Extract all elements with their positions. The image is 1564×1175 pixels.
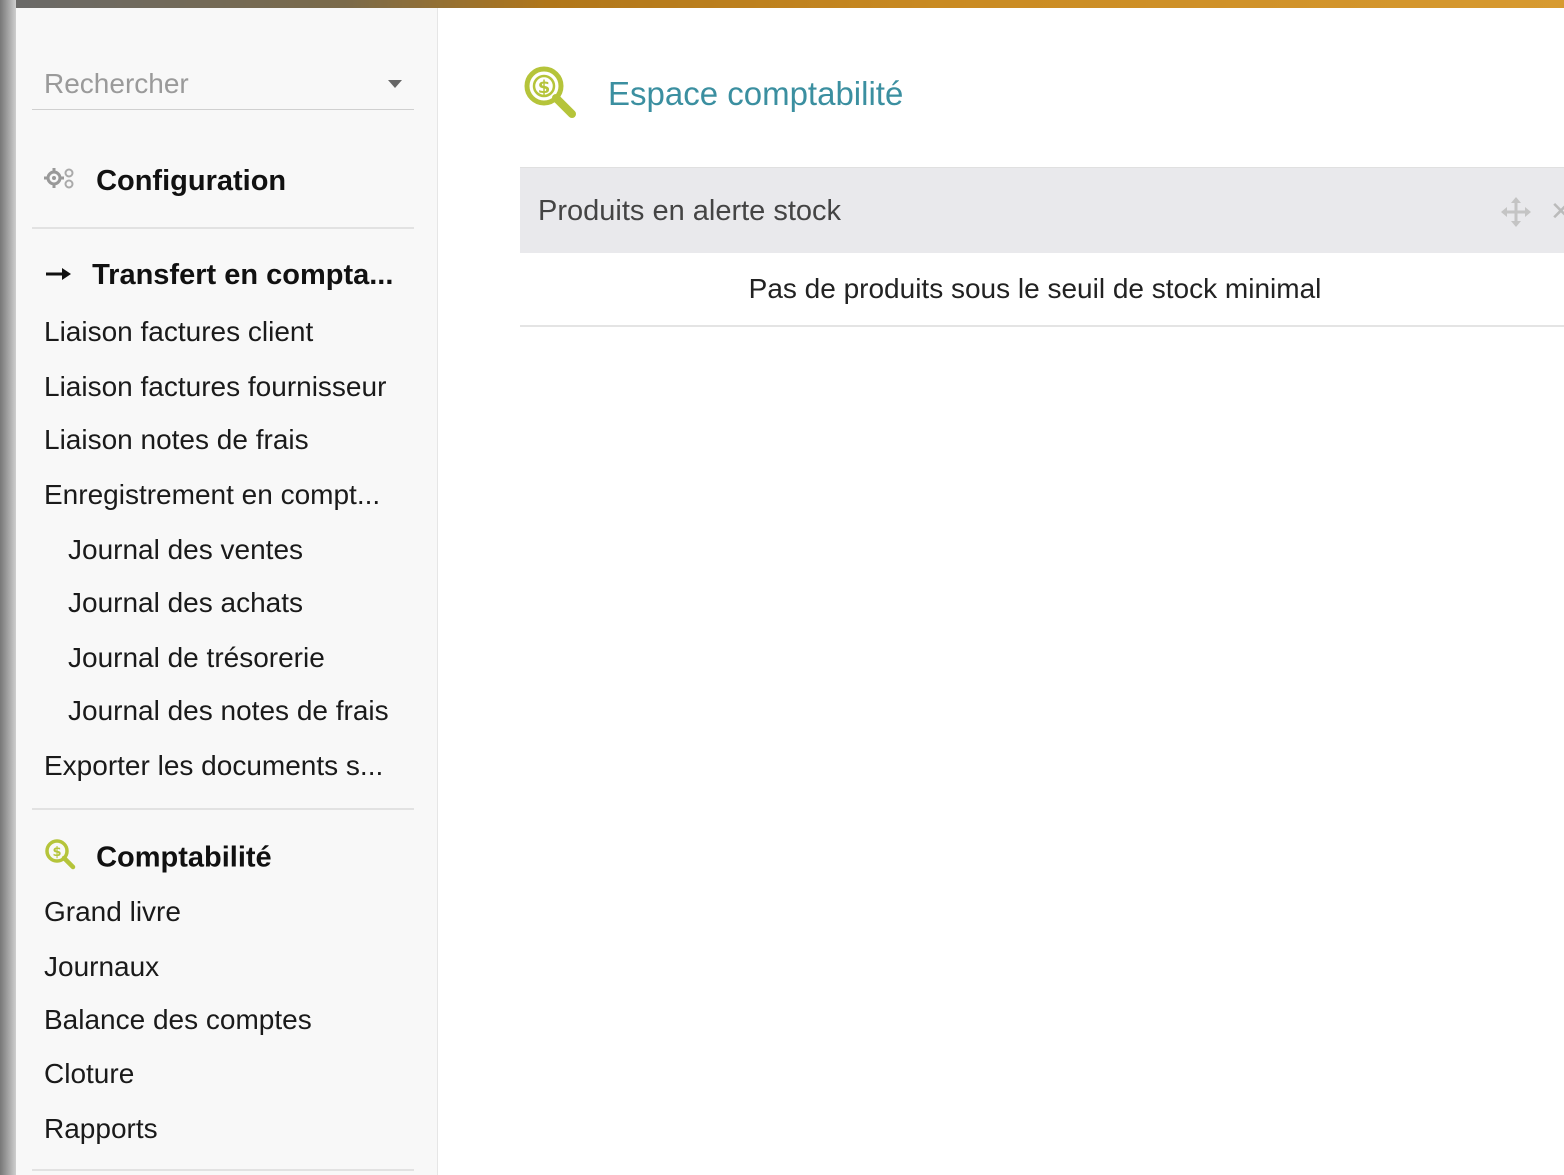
- widget-body: Pas de produits sous le seuil de stock m…: [520, 253, 1564, 327]
- menu-item-journal-des-notes-de-frais[interactable]: Journal des notes de frais: [68, 695, 389, 727]
- divider: [32, 1169, 414, 1171]
- left-sidebar: Configuration Transfert en compta... Lia…: [16, 8, 438, 1175]
- menu-item-liaison-factures-client[interactable]: Liaison factures client: [44, 316, 313, 348]
- screen: Configuration Transfert en compta... Lia…: [0, 0, 1564, 1175]
- menu-section-label: Configuration: [96, 164, 287, 197]
- main-content: $ Espace comptabilité Produits en alerte…: [438, 8, 1564, 1175]
- menu-section-transfert[interactable]: Transfert en compta...: [44, 258, 393, 292]
- window-left-shadow: [0, 0, 16, 1175]
- close-icon[interactable]: ✕: [1550, 196, 1564, 227]
- gears-icon: [44, 165, 76, 198]
- divider: [32, 227, 414, 229]
- page-title: $ Espace comptabilité: [522, 64, 903, 124]
- widget-header: Produits en alerte stock ✕: [520, 167, 1564, 253]
- menu-section-label: Comptabilité: [96, 841, 272, 874]
- menu-item-rapports[interactable]: Rapports: [44, 1113, 158, 1145]
- menu-item-enregistrement-en-compta[interactable]: Enregistrement en compt...: [44, 479, 380, 511]
- menu-section-configuration[interactable]: Configuration: [44, 164, 286, 198]
- menu-section-comptabilite[interactable]: $ Comptabilité: [44, 838, 272, 878]
- stock-alert-widget: Produits en alerte stock ✕ Pas de produi…: [520, 167, 1564, 327]
- svg-text:$: $: [538, 77, 551, 98]
- menu-section-label: Transfert en compta...: [92, 258, 394, 291]
- widget-title: Produits en alerte stock: [538, 195, 842, 227]
- arrow-right-icon: [44, 259, 72, 292]
- widget-empty-message: Pas de produits sous le seuil de stock m…: [748, 273, 1322, 304]
- search-combobox[interactable]: [32, 60, 414, 110]
- search-input[interactable]: [44, 64, 364, 104]
- menu-item-exporter-les-documents[interactable]: Exporter les documents s...: [44, 750, 383, 782]
- svg-text:$: $: [52, 845, 61, 860]
- menu-item-journal-des-achats[interactable]: Journal des achats: [68, 587, 303, 619]
- accounting-magnifier-icon: $: [522, 64, 578, 125]
- menu-item-journal-de-tresorerie[interactable]: Journal de trésorerie: [68, 642, 325, 674]
- menu-item-liaison-notes-de-frais[interactable]: Liaison notes de frais: [44, 424, 309, 456]
- menu-item-liaison-factures-fournisseur[interactable]: Liaison factures fournisseur: [44, 371, 386, 403]
- menu-item-balance-des-comptes[interactable]: Balance des comptes: [44, 1004, 312, 1036]
- menu-item-journaux[interactable]: Journaux: [44, 951, 159, 983]
- menu-item-journal-des-ventes[interactable]: Journal des ventes: [68, 534, 303, 566]
- divider: [32, 808, 414, 810]
- menu-item-grand-livre[interactable]: Grand livre: [44, 896, 181, 928]
- page-title-label: Espace comptabilité: [608, 75, 904, 112]
- chevron-down-icon[interactable]: [388, 80, 402, 88]
- accounting-magnifier-icon: $: [44, 838, 76, 878]
- move-icon[interactable]: [1500, 196, 1532, 233]
- menu-item-cloture[interactable]: Cloture: [44, 1058, 134, 1090]
